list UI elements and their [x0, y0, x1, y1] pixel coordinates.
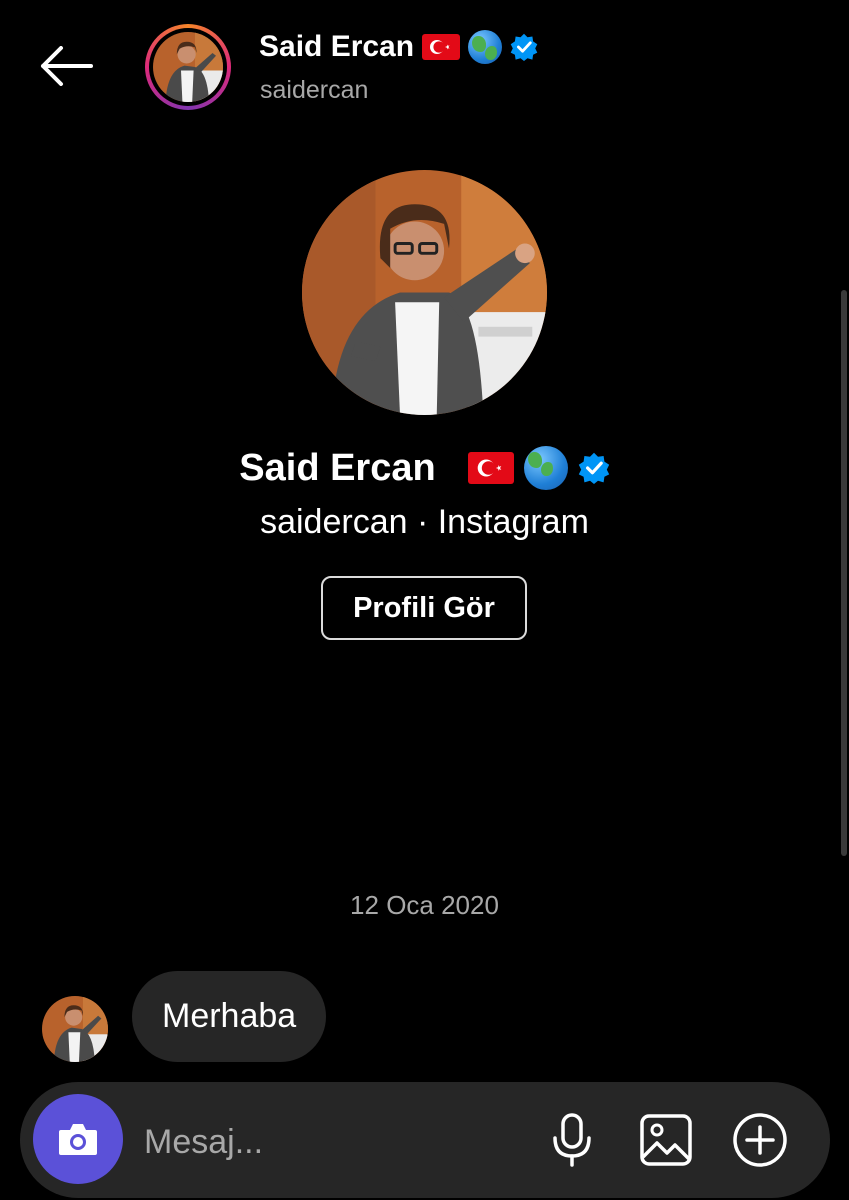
profile-avatar[interactable] [302, 170, 547, 415]
profile-name-row: Said Ercan [0, 446, 849, 490]
camera-icon [59, 1124, 97, 1155]
message-text: Merhaba [162, 997, 297, 1035]
plus-circle-icon [733, 1113, 787, 1167]
gallery-button[interactable] [636, 1108, 696, 1172]
message-input[interactable] [142, 1110, 526, 1174]
header-name: Said Ercan [259, 30, 415, 63]
message-bubble[interactable]: Merhaba [132, 971, 327, 1062]
header-avatar[interactable] [145, 24, 231, 110]
more-options-button[interactable] [730, 1108, 790, 1172]
microphone-icon [553, 1113, 591, 1167]
turkey-flag-emoji [422, 34, 461, 60]
scrollbar[interactable] [841, 290, 847, 856]
back-button[interactable] [30, 36, 100, 96]
turkey-flag-emoji [467, 452, 514, 484]
header-username: saidercan [260, 76, 369, 104]
verified-badge-icon [578, 452, 609, 484]
globe-emoji [468, 30, 503, 64]
globe-emoji [523, 446, 568, 490]
header-title[interactable]: Said Ercan [259, 30, 538, 64]
voice-message-button[interactable] [544, 1108, 600, 1172]
back-arrow-icon [41, 46, 93, 86]
image-icon [640, 1114, 692, 1166]
camera-button[interactable] [33, 1094, 123, 1184]
verified-badge-icon [510, 33, 538, 61]
avatar [153, 32, 223, 102]
message-avatar[interactable] [42, 996, 108, 1062]
profile-subtitle: saidercan · Instagram [260, 503, 589, 541]
view-profile-button[interactable]: Profili Gör [321, 576, 527, 640]
conversation-date: 12 Oca 2020 [350, 890, 499, 920]
profile-name: Said Ercan [239, 446, 436, 489]
